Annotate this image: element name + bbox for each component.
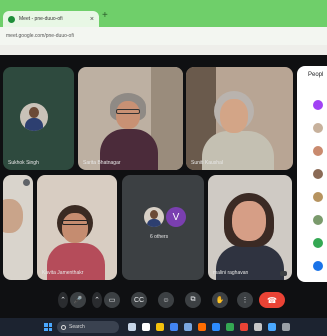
- meet-favicon-icon: [8, 15, 15, 23]
- others-tile[interactable]: V 6 others: [122, 175, 204, 280]
- browser-tab-bar: Meet - pne-duuo-ofi × +: [0, 0, 327, 27]
- emoji-button[interactable]: ☺: [158, 292, 174, 308]
- avatar: [20, 103, 48, 131]
- participant-face: [220, 99, 248, 133]
- meet-stage: Sukhok Singh Sarita Bhatnagar Suniti Kau…: [0, 55, 327, 318]
- app-icon[interactable]: [170, 323, 178, 331]
- captions-button[interactable]: CC: [131, 292, 147, 308]
- more-options-button[interactable]: ⋮: [237, 292, 253, 308]
- leave-call-button[interactable]: ☎: [259, 292, 285, 308]
- search-label: Search: [69, 324, 85, 330]
- app-icon[interactable]: [198, 323, 206, 331]
- tab-close-icon[interactable]: ×: [90, 16, 94, 23]
- participant-glasses: [116, 109, 140, 114]
- camera-options-icon[interactable]: ⌃: [92, 292, 102, 308]
- pin-icon[interactable]: [280, 271, 287, 276]
- task-view-icon[interactable]: [142, 323, 150, 331]
- call-controls: ⌃ 🎤 ⌃ ▭ CC ☺ ⧉ ✋ ⋮ ☎: [0, 282, 327, 318]
- participant-face: [232, 201, 266, 241]
- avatar-torso: [25, 118, 43, 131]
- mic-button[interactable]: 🎤: [70, 292, 86, 308]
- taskbar-search[interactable]: Search: [57, 321, 119, 333]
- new-tab-button[interactable]: +: [102, 11, 108, 21]
- participant-tile-partial[interactable]: [3, 175, 33, 280]
- participant-glasses: [62, 220, 88, 225]
- participant-tile-suniti[interactable]: Suniti Kaushal: [186, 67, 293, 170]
- participant-tile-malini[interactable]: malini raghavan: [208, 175, 292, 280]
- app-icon[interactable]: [282, 323, 290, 331]
- people-avatar[interactable]: [313, 215, 323, 225]
- app-icon[interactable]: [212, 323, 220, 331]
- participant-face: [116, 101, 140, 129]
- people-avatar[interactable]: [313, 261, 323, 271]
- muted-badge-icon: [23, 179, 30, 186]
- app-icon[interactable]: [184, 323, 192, 331]
- address-url: meet.google.com/pne-duuo-ofi: [6, 33, 74, 39]
- avatar-torso: [147, 219, 161, 227]
- participant-name: Kavita Jamenthakr: [42, 270, 84, 276]
- others-count: 6 others: [150, 234, 169, 240]
- people-avatar[interactable]: [313, 146, 323, 156]
- participant-name: Suniti Kaushal: [191, 160, 223, 166]
- participant-tile-kavita[interactable]: Kavita Jamenthakr: [37, 175, 117, 280]
- camera-button[interactable]: ▭: [104, 292, 120, 308]
- address-bar[interactable]: meet.google.com/pne-duuo-ofi: [0, 27, 327, 45]
- participant-name: malini raghavan: [213, 270, 249, 276]
- people-avatar[interactable]: [313, 192, 323, 202]
- raise-hand-button[interactable]: ✋: [212, 292, 228, 308]
- file-explorer-icon[interactable]: [156, 323, 164, 331]
- avatar: [144, 207, 164, 227]
- participant-face: [3, 199, 23, 233]
- search-icon: [61, 324, 66, 330]
- bookmarks-bar: [0, 45, 327, 55]
- people-panel-title: Peopl: [308, 72, 324, 78]
- widgets-icon[interactable]: [128, 323, 136, 331]
- people-panel: Peopl: [297, 66, 327, 282]
- initial-avatar: V: [166, 207, 186, 227]
- people-avatar[interactable]: [313, 238, 323, 248]
- mic-options-icon[interactable]: ⌃: [58, 292, 68, 308]
- app-icon[interactable]: [226, 323, 234, 331]
- participant-tile-sarita[interactable]: Sarita Bhatnagar: [78, 67, 183, 170]
- app-icon[interactable]: [240, 323, 248, 331]
- windows-start-icon[interactable]: [44, 323, 52, 331]
- people-avatar[interactable]: [313, 100, 323, 110]
- people-avatar[interactable]: [313, 123, 323, 133]
- participant-name: Sukhok Singh: [8, 160, 39, 166]
- present-button[interactable]: ⧉: [185, 292, 201, 308]
- tab-title: Meet - pne-duuo-ofi: [19, 16, 63, 22]
- app-icon[interactable]: [254, 323, 262, 331]
- windows-taskbar: Search: [0, 318, 327, 336]
- people-avatar[interactable]: [313, 169, 323, 179]
- avatar-head: [29, 107, 39, 118]
- participant-tile-sukhok[interactable]: Sukhok Singh: [3, 67, 74, 170]
- participant-name: Sarita Bhatnagar: [83, 160, 121, 166]
- participant-face: [62, 213, 88, 243]
- app-icon[interactable]: [268, 323, 276, 331]
- browser-tab[interactable]: Meet - pne-duuo-ofi ×: [3, 11, 99, 27]
- avatar-head: [150, 210, 158, 219]
